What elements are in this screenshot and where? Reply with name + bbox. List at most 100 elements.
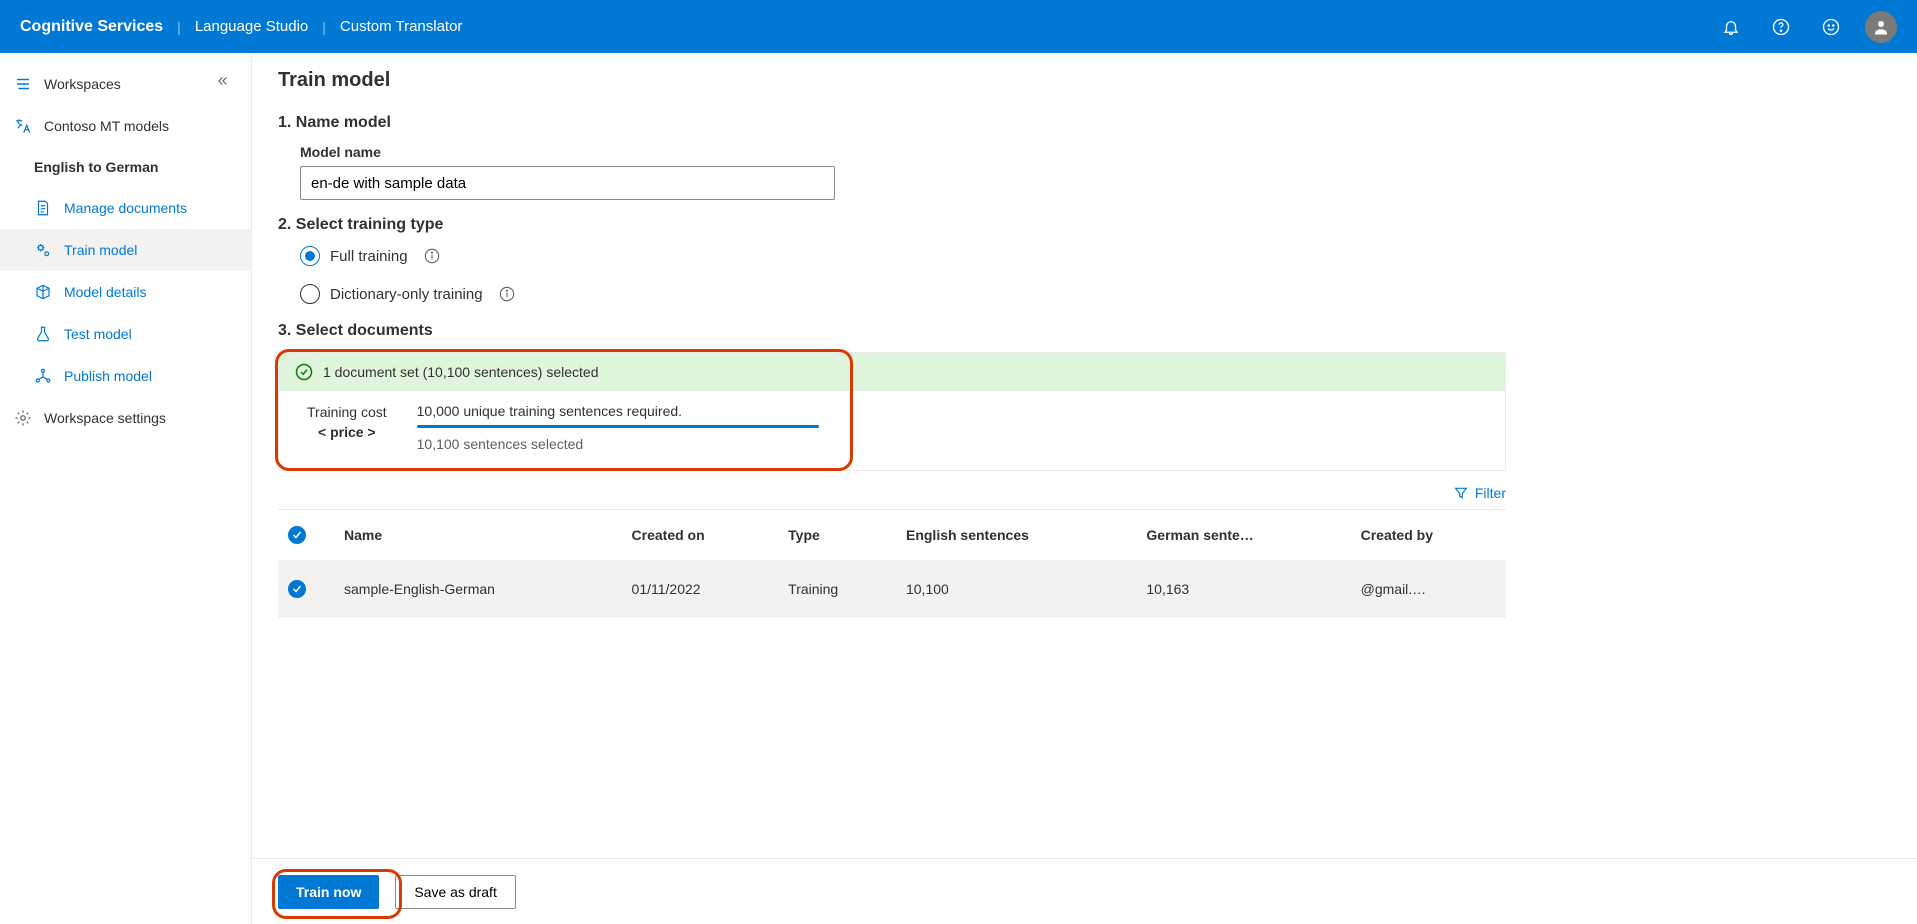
col-english-sentences[interactable]: English sentences	[896, 510, 1136, 561]
section-select-documents: 3. Select documents	[278, 322, 1506, 340]
sidebar-item-label: Publish model	[64, 368, 152, 384]
gear-icon	[14, 409, 32, 427]
breadcrumb-sep: |	[177, 19, 181, 35]
cell-german-sentences: 10,163	[1136, 560, 1350, 618]
flask-icon	[34, 325, 52, 343]
check-circle-icon	[295, 363, 313, 381]
help-button[interactable]	[1765, 11, 1797, 43]
radio-full-training-row[interactable]: Full training	[300, 246, 1506, 266]
sidebar-item-model-details[interactable]: Model details	[0, 271, 251, 313]
person-icon	[1872, 18, 1890, 36]
progress-required-text: 10,000 unique training sentences require…	[417, 403, 819, 419]
app-body: Workspaces Contoso MT models English to …	[0, 53, 1917, 924]
progress-bar	[417, 425, 819, 428]
main-scroll[interactable]: Train model 1. Name model Model name 2. …	[252, 53, 1917, 924]
table-row[interactable]: sample-English-German 01/11/2022 Trainin…	[278, 560, 1506, 618]
sidebar-item-label: Workspaces	[44, 76, 121, 92]
info-icon[interactable]	[499, 286, 515, 302]
sidebar-item-label: Train model	[64, 242, 137, 258]
sidebar-item-train-model[interactable]: Train model	[0, 229, 251, 271]
sidebar-item-publish-model[interactable]: Publish model	[0, 355, 251, 397]
table-header-row: Name Created on Type English sentences G…	[278, 510, 1506, 561]
radio-full-training-label: Full training	[330, 248, 408, 265]
filter-label: Filter	[1475, 485, 1506, 501]
collapse-sidebar-button[interactable]	[211, 69, 235, 93]
cell-type: Training	[778, 560, 896, 618]
breadcrumb-custom-translator[interactable]: Custom Translator	[340, 18, 463, 35]
breadcrumb-root[interactable]: Cognitive Services	[20, 18, 163, 36]
col-type[interactable]: Type	[778, 510, 896, 561]
training-cost-line1: Training cost	[307, 403, 387, 423]
account-button[interactable]	[1865, 11, 1897, 43]
sidebar-item-label: Model details	[64, 284, 147, 300]
filter-icon	[1453, 485, 1469, 501]
breadcrumb: Cognitive Services | Language Studio | C…	[20, 18, 462, 36]
smile-icon	[1822, 18, 1840, 36]
sidebar-item-label: Manage documents	[64, 200, 187, 216]
train-now-button[interactable]: Train now	[278, 875, 379, 909]
selection-summary-bar: 1 document set (10,100 sentences) select…	[279, 353, 1505, 391]
select-all-checkbox[interactable]	[288, 526, 306, 544]
col-created-on[interactable]: Created on	[622, 510, 779, 561]
document-icon	[34, 199, 52, 217]
section-name-model: 1. Name model	[278, 114, 1506, 132]
train-now-wrap: Train now	[278, 875, 379, 909]
sidebar-item-test-model[interactable]: Test model	[0, 313, 251, 355]
radio-full-training[interactable]	[300, 246, 320, 266]
footer-bar: Train now Save as draft	[252, 858, 1917, 924]
feedback-button[interactable]	[1815, 11, 1847, 43]
selection-panel: 1 document set (10,100 sentences) select…	[278, 352, 1506, 471]
main-content: Train model 1. Name model Model name 2. …	[252, 53, 1532, 728]
radio-dictionary-training-label: Dictionary-only training	[330, 286, 483, 303]
cube-icon	[34, 283, 52, 301]
training-cost-label: Training cost < price >	[307, 403, 387, 442]
sidebar-project-english-german[interactable]: English to German	[0, 147, 251, 187]
page-title: Train model	[278, 69, 1506, 92]
model-name-input[interactable]	[300, 166, 835, 200]
sidebar: Workspaces Contoso MT models English to …	[0, 53, 252, 924]
sidebar-item-label: Contoso MT models	[44, 118, 169, 134]
sidebar-item-manage-documents[interactable]: Manage documents	[0, 187, 251, 229]
filter-button[interactable]: Filter	[1453, 485, 1506, 501]
radio-dictionary-training[interactable]	[300, 284, 320, 304]
selection-body: Training cost < price > 10,000 unique tr…	[279, 391, 1505, 470]
check-icon	[291, 583, 303, 595]
sidebar-item-label: Workspace settings	[44, 410, 166, 426]
col-created-by[interactable]: Created by	[1351, 510, 1506, 561]
notifications-button[interactable]	[1715, 11, 1747, 43]
cell-created-on: 01/11/2022	[622, 560, 779, 618]
chevron-double-left-icon	[216, 74, 230, 88]
network-icon	[34, 367, 52, 385]
col-german-sentences[interactable]: German sente…	[1136, 510, 1350, 561]
cell-english-sentences: 10,100	[896, 560, 1136, 618]
progress-selected-text: 10,100 sentences selected	[417, 436, 819, 452]
translate-icon	[14, 117, 32, 135]
training-cost-line2: < price >	[307, 423, 387, 443]
header-bar: Cognitive Services | Language Studio | C…	[0, 0, 1917, 53]
list-icon	[14, 75, 32, 93]
cell-created-by: @gmail.…	[1351, 560, 1506, 618]
bell-icon	[1722, 18, 1740, 36]
sidebar-item-label: English to German	[34, 159, 158, 175]
sidebar-workspace-settings[interactable]: Workspace settings	[0, 397, 251, 439]
radio-dictionary-training-row[interactable]: Dictionary-only training	[300, 284, 1506, 304]
col-name[interactable]: Name	[334, 510, 622, 561]
progress-block: 10,000 unique training sentences require…	[417, 403, 819, 452]
section-training-type: 2. Select training type	[278, 216, 1506, 234]
sidebar-workspace-contoso[interactable]: Contoso MT models	[0, 105, 251, 147]
row-checkbox[interactable]	[288, 580, 306, 598]
model-name-label: Model name	[300, 144, 1506, 160]
check-icon	[291, 529, 303, 541]
selection-summary-text: 1 document set (10,100 sentences) select…	[323, 364, 599, 380]
info-icon[interactable]	[424, 248, 440, 264]
help-icon	[1772, 18, 1790, 36]
avatar	[1865, 11, 1897, 43]
header-actions	[1715, 11, 1897, 43]
breadcrumb-language-studio[interactable]: Language Studio	[195, 18, 308, 35]
sidebar-item-label: Test model	[64, 326, 132, 342]
documents-table: Name Created on Type English sentences G…	[278, 509, 1506, 618]
save-as-draft-button[interactable]: Save as draft	[395, 875, 516, 909]
filter-row: Filter	[278, 485, 1506, 501]
cell-name: sample-English-German	[334, 560, 622, 618]
gears-icon	[34, 241, 52, 259]
